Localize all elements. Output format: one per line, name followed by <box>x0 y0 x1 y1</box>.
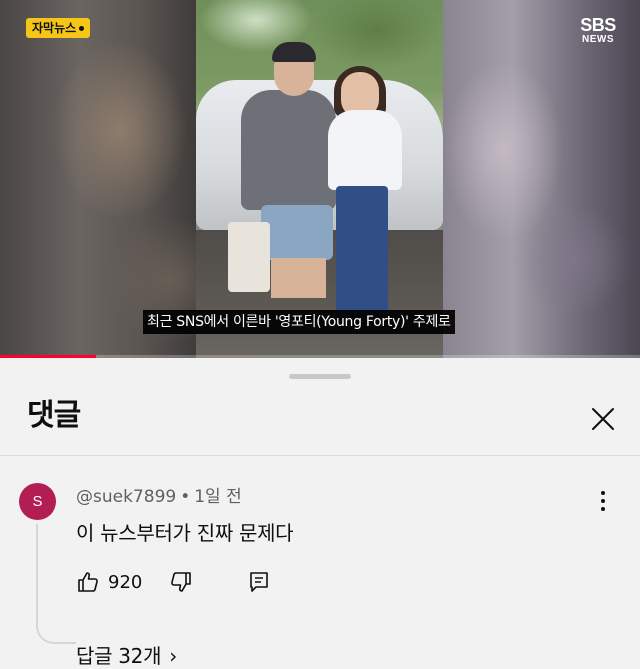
like-button[interactable]: 920 <box>76 570 142 594</box>
comment-author[interactable]: @suek7899 <box>76 487 176 507</box>
reply-button[interactable] <box>247 570 271 594</box>
reply-thread-line <box>36 524 76 644</box>
channel-logo: SBS NEWS <box>578 16 618 45</box>
video-progress-fill <box>0 355 96 358</box>
comment-reply-icon <box>250 572 269 592</box>
news-badge: 자막뉴스 <box>26 18 91 38</box>
video-blur-background-right <box>443 0 640 358</box>
video-progress-bar[interactable] <box>0 355 640 358</box>
thumbs-up-icon <box>78 572 98 592</box>
video-player[interactable]: 자막뉴스 SBS NEWS 최근 SNS에서 이른바 '영포티(Young Fo… <box>0 0 640 358</box>
video-blur-background-left <box>0 0 200 358</box>
news-badge-label: 자막뉴스 <box>32 21 77 35</box>
comments-title: 댓글 <box>27 398 81 433</box>
comment-text: 이 뉴스부터가 진짜 문제다 <box>76 521 294 545</box>
like-count: 920 <box>108 571 143 593</box>
view-replies-button[interactable]: 답글 32개 › <box>76 643 177 669</box>
chevron-right-icon: › <box>169 644 177 668</box>
man-figure <box>241 90 336 210</box>
video-frame <box>196 0 443 358</box>
replies-label: 답글 32개 <box>76 644 162 668</box>
comments-sheet: 댓글 S @suek7899•1일 전 이 뉴스부터가 진짜 문제다 920 <box>0 360 640 669</box>
close-button[interactable] <box>588 404 618 434</box>
comment-time: 1일 전 <box>194 487 242 507</box>
more-vert-icon <box>601 491 605 495</box>
meta-separator: • <box>180 487 191 507</box>
sheet-drag-handle[interactable] <box>289 374 351 379</box>
close-icon <box>592 408 614 430</box>
comment-meta: @suek7899 • 1일 전 <box>76 486 242 508</box>
comment-actions: 920 <box>76 567 271 597</box>
dislike-button[interactable] <box>169 570 193 594</box>
tote-bag <box>228 222 270 292</box>
thumbs-down-icon <box>171 572 192 592</box>
comment-more-button[interactable] <box>592 488 614 514</box>
channel-logo-line2: NEWS <box>582 34 614 45</box>
badge-dot-icon <box>79 25 85 31</box>
header-divider <box>0 455 640 456</box>
avatar[interactable]: S <box>19 483 56 520</box>
woman-figure <box>328 110 402 190</box>
channel-logo-line1: SBS <box>580 15 616 35</box>
video-subtitle: 최근 SNS에서 이른바 '영포티(Young Forty)' 주제로 <box>143 310 455 334</box>
